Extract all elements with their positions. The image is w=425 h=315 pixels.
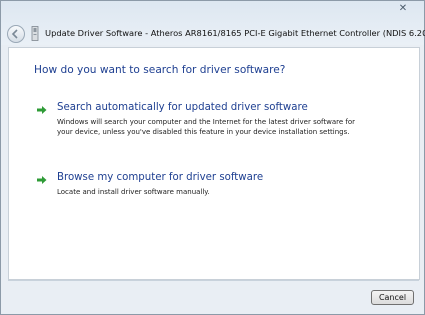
option-browse-computer[interactable]: Browse my computer for driver software L… [33,172,373,202]
content-panel: How do you want to search for driver sof… [8,47,420,280]
cancel-button[interactable]: Cancel [371,290,414,305]
window-title: Update Driver Software - Atheros AR8161/… [45,28,425,38]
green-arrow-icon [37,176,47,184]
option-title: Browse my computer for driver software [57,172,264,183]
option-search-automatically[interactable]: Search automatically for updated driver … [33,102,373,146]
title-bar: ✕ Update Driver Software - Atheros AR816… [1,1,425,45]
page-heading: How do you want to search for driver sof… [34,64,286,76]
close-button[interactable]: ✕ [388,2,418,16]
device-icon [31,26,39,41]
green-arrow-icon [37,106,47,114]
back-button[interactable] [7,25,25,43]
update-driver-window: ✕ Update Driver Software - Atheros AR816… [0,0,425,315]
option-title: Search automatically for updated driver … [57,102,308,113]
footer-divider [8,280,419,281]
back-arrow-icon [11,29,18,39]
option-description: Windows will search your computer and th… [57,118,356,137]
option-description: Locate and install driver software manua… [57,188,210,196]
